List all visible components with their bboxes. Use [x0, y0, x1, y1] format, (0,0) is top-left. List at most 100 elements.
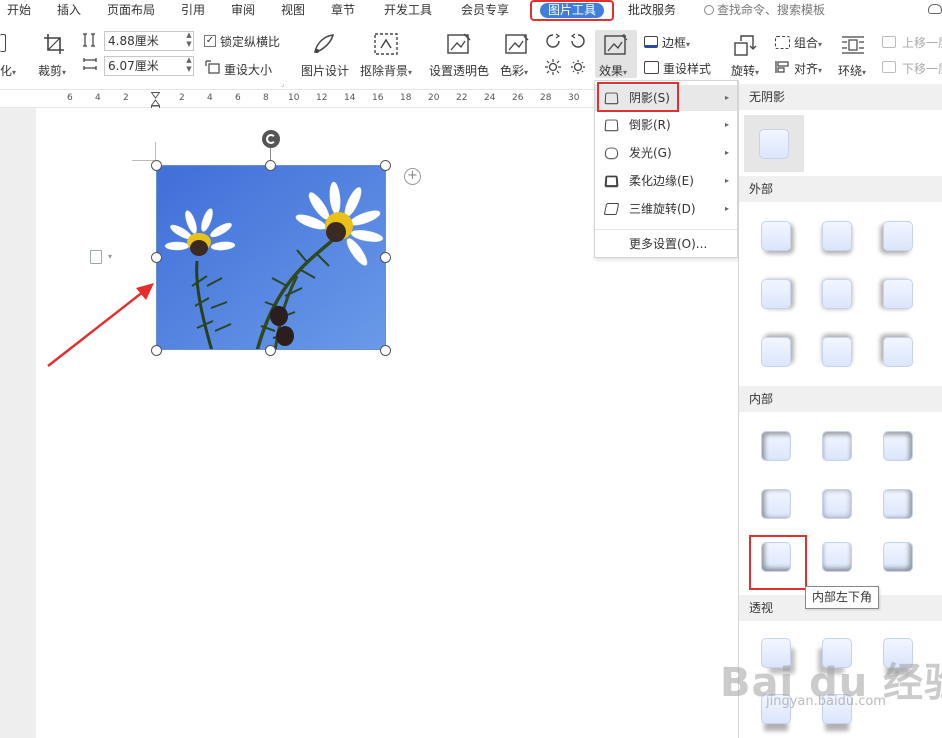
lock-ratio-checkbox[interactable]: ✓ — [204, 35, 216, 47]
shadow-highlight-box — [597, 82, 679, 112]
resize-handle-top[interactable] — [265, 160, 276, 171]
shadow-thumb-inner-1[interactable] — [761, 431, 791, 461]
wrap-icon[interactable] — [840, 34, 866, 56]
shadow-thumb-inner-9[interactable] — [883, 542, 913, 572]
shadow-thumb-outer-5[interactable] — [822, 279, 852, 309]
bring-forward-button[interactable]: 上移一层 — [902, 34, 942, 51]
shadow-thumb-inner-6[interactable] — [883, 489, 913, 519]
ruler-tick: 2 — [123, 93, 129, 103]
menu-separator — [595, 229, 737, 230]
menu-item-reflection[interactable]: 倒影(R) ▸ — [595, 112, 737, 138]
reset-style-icon — [644, 61, 659, 74]
cloud-icon[interactable] — [928, 4, 942, 14]
shadow-gallery: 无阴影 外部 内部 透视 — [738, 80, 942, 738]
shadow-thumb-inner-2[interactable] — [822, 431, 852, 461]
reset-size-button[interactable]: 重设大小 — [224, 61, 272, 78]
color-icon[interactable] — [504, 32, 530, 56]
rotate-icon[interactable] — [733, 33, 759, 57]
soft-edges-icon — [604, 175, 619, 188]
rotate-button[interactable]: 旋转▾ — [731, 62, 759, 79]
contrast-up-icon[interactable] — [545, 59, 561, 75]
align-button[interactable]: 对齐▾ — [794, 60, 822, 77]
menu-tab-grading[interactable]: 批改服务 — [628, 0, 676, 22]
remove-background-button[interactable]: 抠除背景▾ — [360, 62, 412, 79]
baidu-watermark-url: jingyan.baidu.com — [766, 694, 886, 709]
height-field[interactable]: 4.88厘米 — [104, 31, 194, 51]
shadow-thumb-inner-5[interactable] — [822, 489, 852, 519]
horizontal-ruler[interactable]: 6 4 2 2 4 6 8 10 12 14 16 18 20 22 24 26… — [0, 90, 600, 108]
ruler-tick: 20 — [428, 93, 440, 103]
menu-tab-page-layout[interactable]: 页面布局 — [107, 0, 155, 22]
menu-tab-insert[interactable]: 插入 — [57, 0, 81, 22]
shadow-thumb-inner-3[interactable] — [883, 431, 913, 461]
shadow-thumb-outer-9[interactable] — [883, 337, 913, 367]
width-field[interactable]: 6.07厘米 — [104, 56, 194, 76]
picture-design-icon[interactable] — [311, 32, 337, 56]
resize-handle-right[interactable] — [380, 252, 391, 263]
menu-item-3d-rotation[interactable]: 三维旋转(D) ▸ — [595, 196, 737, 222]
shadow-thumb-outer-8[interactable] — [822, 337, 852, 367]
menu-tab-references[interactable]: 引用 — [181, 0, 205, 22]
shadow-thumb-outer-1[interactable] — [761, 221, 791, 251]
selected-picture[interactable] — [156, 165, 386, 350]
ruler-tick: 2 — [179, 93, 185, 103]
selected-shadow-highlight — [749, 535, 807, 590]
ruler-tick: 28 — [540, 93, 552, 103]
set-transparent-button[interactable]: 设置透明色 — [429, 62, 489, 79]
crop-icon[interactable] — [42, 32, 66, 56]
menu-item-glow[interactable]: 发光(G) ▸ — [595, 140, 737, 166]
rotate-handle[interactable] — [262, 130, 280, 148]
daisy-photo — [157, 166, 385, 349]
remove-background-icon[interactable] — [373, 32, 399, 56]
resize-handle-top-right[interactable] — [380, 160, 391, 171]
menu-tab-picture-tools[interactable]: 图片工具 — [530, 0, 615, 21]
wrap-button[interactable]: 环绕▾ — [838, 62, 866, 79]
send-backward-button[interactable]: 下移一层 — [902, 60, 942, 77]
paste-options-icon[interactable] — [90, 250, 102, 264]
command-search[interactable]: 查找命令、搜索模板 — [704, 0, 825, 22]
resize-handle-bottom-right[interactable] — [380, 345, 391, 356]
menu-item-soft-edges[interactable]: 柔化边缘(E) ▸ — [595, 168, 737, 194]
group-button[interactable]: 组合▾ — [794, 34, 822, 51]
menu-tab-review[interactable]: 审阅 — [231, 0, 255, 22]
reflection-icon — [604, 119, 619, 132]
contrast-down-icon[interactable] — [570, 59, 586, 75]
shadow-thumb-outer-2[interactable] — [822, 221, 852, 251]
ruler-tick: 12 — [316, 93, 328, 103]
effect-icon — [604, 34, 628, 55]
resize-handle-top-left[interactable] — [151, 160, 162, 171]
shadow-thumb-outer-6[interactable] — [883, 279, 913, 309]
menu-tab-developer[interactable]: 开发工具 — [384, 0, 432, 22]
border-button[interactable]: 边框▾ — [662, 34, 690, 51]
search-placeholder: 查找命令、搜索模板 — [717, 3, 826, 17]
menu-tab-member[interactable]: 会员专享 — [461, 0, 509, 22]
menu-item-more-settings[interactable]: 更多设置(O)... — [595, 231, 737, 257]
menu-tab-start[interactable]: 开始 — [7, 0, 31, 22]
menu-tab-view[interactable]: 视图 — [281, 0, 305, 22]
picture-tools-label: 图片工具 — [540, 3, 605, 18]
brightness-up-icon[interactable] — [545, 33, 561, 49]
shadow-thumb-outer-7[interactable] — [761, 337, 791, 367]
width-spinner[interactable]: ▲ ▼ — [184, 56, 194, 76]
shadow-thumb-outer-3[interactable] — [883, 221, 913, 251]
glow-icon — [604, 147, 619, 160]
paste-options-caret[interactable]: ▾ — [108, 252, 112, 261]
resize-handle-left[interactable] — [151, 252, 162, 263]
cut-icon — [0, 34, 6, 52]
layout-options-icon[interactable]: + — [404, 168, 421, 185]
height-spinner[interactable]: ▲ ▼ — [184, 31, 194, 51]
color-button[interactable]: 色彩▾ — [500, 62, 528, 79]
shadow-thumb-inner-4[interactable] — [761, 489, 791, 519]
shadow-thumb-outer-4[interactable] — [761, 279, 791, 309]
resize-handle-bottom[interactable] — [265, 345, 276, 356]
menu-tab-chapter[interactable]: 章节 — [331, 0, 355, 22]
brightness-down-icon[interactable] — [570, 33, 586, 49]
transparent-color-icon[interactable] — [446, 32, 472, 56]
shadow-thumb-none[interactable] — [759, 129, 789, 159]
picture-design-button[interactable]: 图片设计 — [301, 62, 349, 79]
reset-style-button[interactable]: 重设样式 — [663, 60, 711, 77]
shadow-thumb-inner-8[interactable] — [822, 542, 852, 572]
size-dialog-launcher[interactable]: ⌟ — [281, 80, 284, 88]
crop-button[interactable]: 裁剪▾ — [38, 62, 66, 79]
ribbon-cut-label[interactable]: 化▾ — [0, 62, 16, 79]
